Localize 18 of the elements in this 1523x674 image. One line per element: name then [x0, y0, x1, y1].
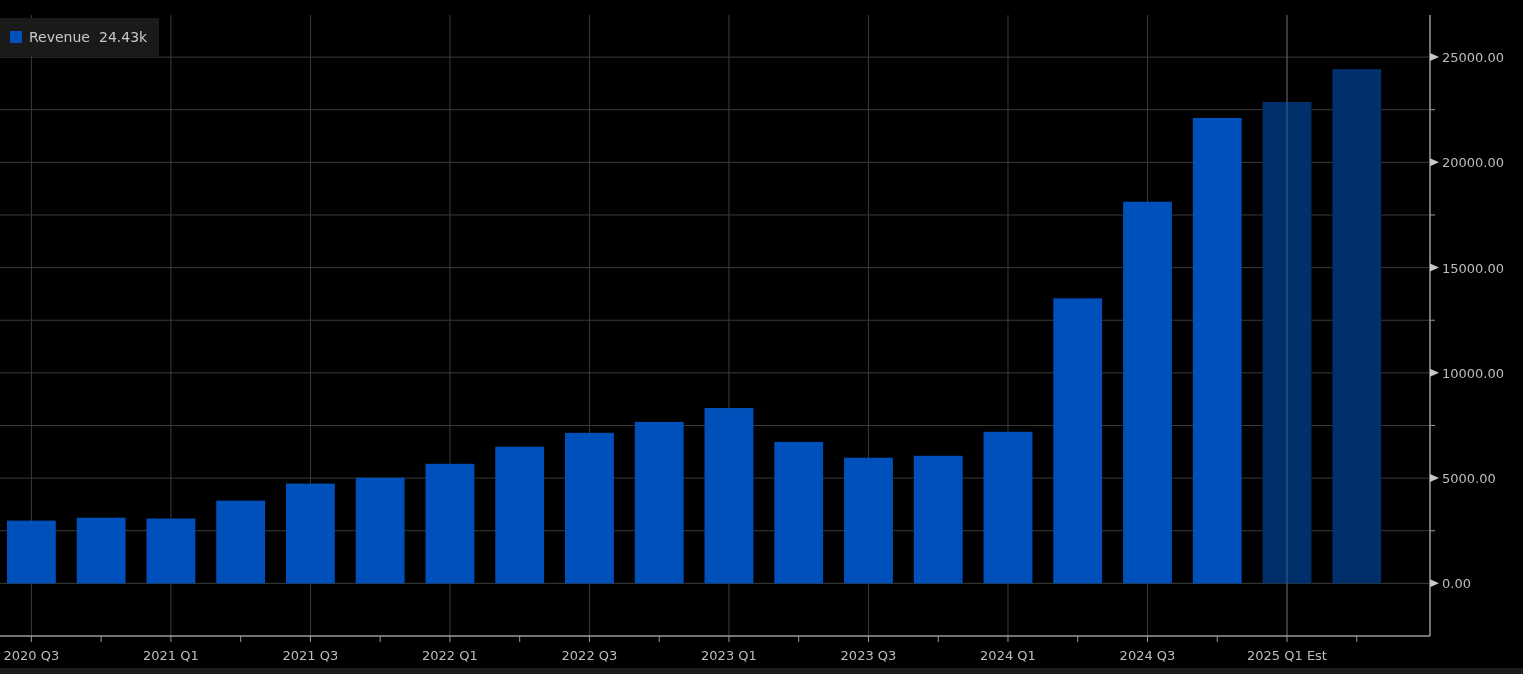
x-axis-label: 2022 Q1: [422, 648, 478, 663]
x-axis-label: 2020 Q3: [3, 648, 60, 663]
x-axis-label: 2023 Q3: [840, 648, 897, 663]
y-axis-label: 10000.00: [1442, 365, 1505, 381]
x-axis-label: 2024 Q3: [1119, 648, 1176, 663]
x-axis-label: 2021 Q1: [143, 648, 199, 663]
y-axis-label: 15000.00: [1442, 260, 1505, 276]
x-axis-label: 2024 Q1: [980, 648, 1036, 663]
x-axis-label: 2022 Q3: [561, 648, 618, 663]
y-axis-label: 0.00: [1442, 576, 1471, 592]
y-axis-label: 5000.00: [1442, 471, 1496, 487]
x-axis-label: 2021 Q3: [282, 648, 339, 663]
y-axis-label: 20000.00: [1442, 155, 1505, 171]
y-axis-label: 25000.00: [1442, 50, 1505, 66]
legend-value: 24.43k: [99, 29, 148, 45]
x-axis-label: 2023 Q1: [701, 648, 757, 663]
x-axis-label: 2025 Q1 Est: [1247, 648, 1327, 663]
legend-label: Revenue: [29, 29, 90, 45]
